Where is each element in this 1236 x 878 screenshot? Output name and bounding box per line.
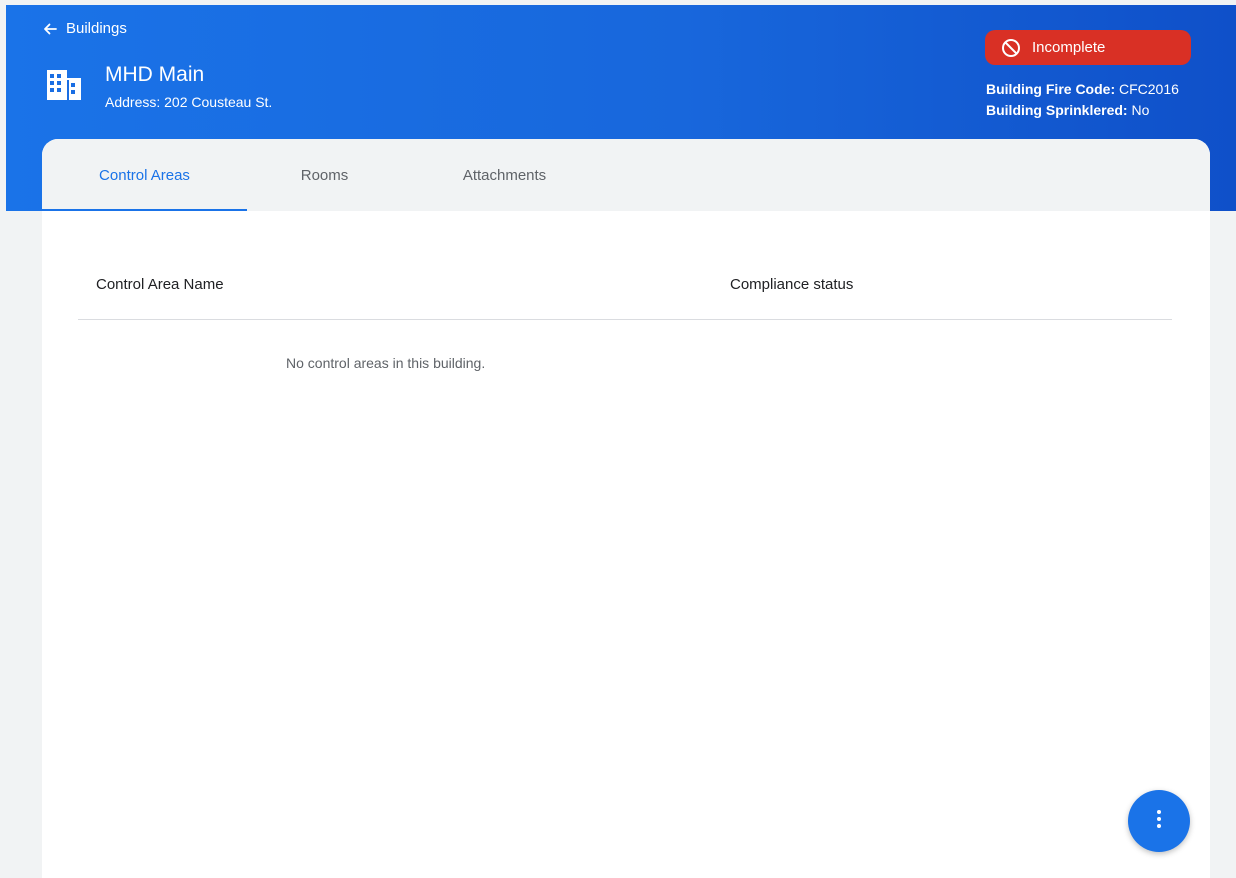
building-name: MHD Main: [105, 63, 205, 86]
more-actions-button[interactable]: [1128, 790, 1190, 852]
tab-attachments[interactable]: Attachments: [402, 139, 607, 211]
sprinklered-value: No: [1131, 102, 1150, 118]
content-card: Control Areas Rooms Attachments Control …: [42, 139, 1210, 878]
fire-code-line: Building Fire Code: CFC2016: [986, 80, 1179, 98]
tab-rooms[interactable]: Rooms: [247, 139, 402, 211]
empty-state-message: No control areas in this building.: [286, 355, 486, 371]
arrow-left-icon: [42, 21, 58, 37]
back-to-buildings-link[interactable]: Buildings: [42, 20, 127, 37]
status-label: Incomplete: [1032, 39, 1106, 56]
block-icon: [1001, 38, 1032, 58]
fire-code-value: CFC2016: [1119, 81, 1179, 97]
tab-bar: Control Areas Rooms Attachments: [42, 139, 1210, 211]
column-header-name: Control Area Name: [96, 276, 224, 293]
table-header-divider: [78, 319, 1172, 320]
fire-code-label: Building Fire Code:: [986, 81, 1116, 97]
sprinklered-label: Building Sprinklered:: [986, 102, 1128, 118]
status-badge: Incomplete: [985, 30, 1191, 65]
more-vert-icon: [1156, 809, 1162, 834]
active-tab-indicator: [42, 209, 247, 211]
tab-control-areas[interactable]: Control Areas: [42, 139, 247, 211]
app-frame: Buildings MHD Main Address: 202 Cousteau…: [6, 5, 1236, 878]
column-header-compliance: Compliance status: [730, 276, 854, 293]
back-link-label: Buildings: [66, 20, 127, 37]
building-icon: [46, 66, 82, 102]
sprinklered-line: Building Sprinklered: No: [986, 101, 1149, 119]
building-address: Address: 202 Cousteau St.: [105, 94, 273, 110]
